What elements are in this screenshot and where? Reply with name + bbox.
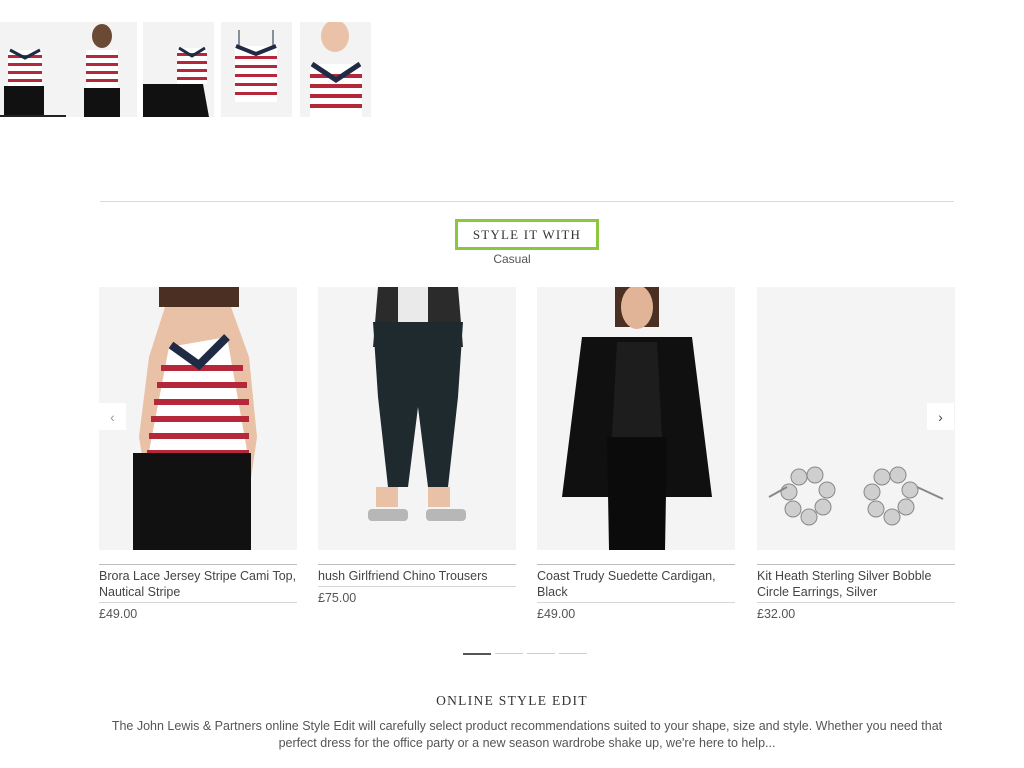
product-info: Coast Trudy Suedette Cardigan, Black £49… — [537, 564, 735, 621]
product-image[interactable] — [757, 287, 955, 550]
thumbnail-image — [66, 22, 137, 117]
product-price: £75.00 — [318, 591, 357, 605]
thumbnail-seated[interactable] — [143, 22, 214, 117]
thumbnail-back[interactable] — [66, 22, 137, 117]
product-card[interactable]: Kit Heath Sterling Silver Bobble Circle … — [757, 287, 955, 621]
product-card[interactable]: Coast Trudy Suedette Cardigan, Black £49… — [537, 287, 735, 621]
product-name[interactable]: Kit Heath Sterling Silver Bobble Circle … — [757, 568, 955, 603]
thumbnail-image — [0, 22, 71, 117]
product-price: £49.00 — [537, 607, 576, 621]
chevron-right-icon: › — [938, 408, 943, 425]
thumbnail-strip — [0, 22, 380, 118]
online-style-edit-text: The John Lewis & Partners online Style E… — [111, 719, 943, 750]
online-style-edit-title: ONLINE STYLE EDIT — [436, 693, 588, 708]
product-name[interactable]: Brora Lace Jersey Stripe Cami Top, Nauti… — [99, 568, 297, 603]
thumbnail-image — [300, 22, 371, 117]
section-divider — [100, 201, 954, 202]
product-image[interactable] — [99, 287, 297, 550]
thumbnail-flat[interactable] — [221, 22, 292, 117]
product-card[interactable]: Brora Lace Jersey Stripe Cami Top, Nauti… — [99, 287, 297, 621]
carousel-dot[interactable] — [559, 653, 587, 654]
style-it-with-heading-box: STYLE IT WITH — [455, 219, 599, 250]
style-it-with-title: STYLE IT WITH — [472, 226, 582, 242]
carousel-pagination — [463, 653, 587, 655]
product-name[interactable]: hush Girlfriend Chino Trousers — [318, 568, 516, 587]
thumbnail-image — [221, 22, 292, 117]
carousel-dot[interactable] — [463, 653, 491, 655]
carousel-dot[interactable] — [527, 653, 555, 654]
product-info: Brora Lace Jersey Stripe Cami Top, Nauti… — [99, 564, 297, 621]
chevron-left-icon: ‹ — [110, 408, 115, 425]
carousel-dot[interactable] — [495, 653, 523, 654]
thumbnail-front[interactable] — [0, 22, 71, 117]
thumbnail-detail[interactable] — [300, 22, 371, 117]
carousel-next-button[interactable]: › — [927, 403, 954, 430]
product-info: hush Girlfriend Chino Trousers £75.00 — [318, 564, 516, 605]
product-image[interactable] — [537, 287, 735, 550]
product-info: Kit Heath Sterling Silver Bobble Circle … — [757, 564, 955, 621]
product-image[interactable] — [318, 287, 516, 550]
style-it-with-subtitle: Casual — [493, 252, 531, 266]
thumbnail-image — [143, 22, 214, 117]
product-price: £32.00 — [757, 607, 796, 621]
carousel-prev-button[interactable]: ‹ — [99, 403, 126, 430]
product-card[interactable]: hush Girlfriend Chino Trousers £75.00 — [318, 287, 516, 605]
product-name[interactable]: Coast Trudy Suedette Cardigan, Black — [537, 568, 735, 603]
product-price: £49.00 — [99, 607, 138, 621]
